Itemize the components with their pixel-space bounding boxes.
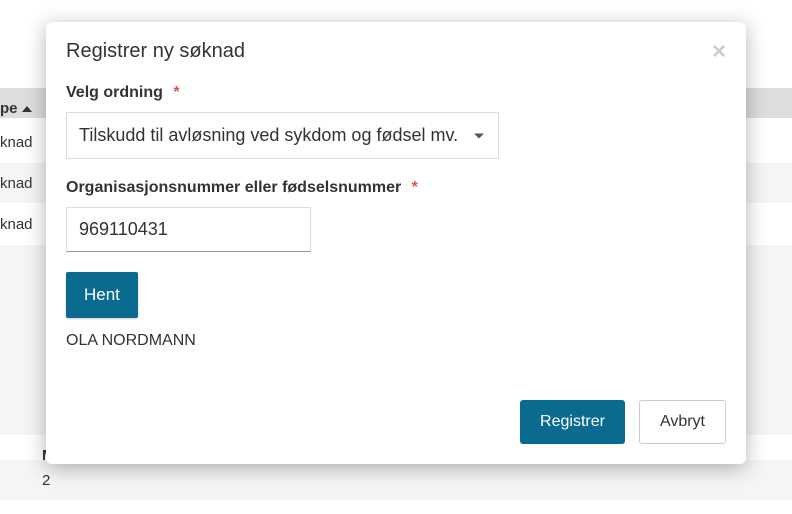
scheme-label: Velg ordning *	[66, 84, 726, 102]
fetch-button[interactable]: Hent	[66, 272, 138, 318]
lookup-result-name: OLA NORDMANN	[66, 332, 726, 350]
modal-title: Registrer ny søknad	[66, 40, 245, 63]
close-button[interactable]: ×	[712, 40, 726, 64]
orgnr-label: Organisasjonsnummer eller fødselsnummer …	[66, 179, 726, 197]
chevron-down-icon	[474, 133, 484, 138]
orgnr-form-group: Organisasjonsnummer eller fødselsnummer …	[66, 179, 726, 252]
required-indicator: *	[412, 179, 418, 196]
orgnr-input[interactable]	[66, 207, 311, 252]
scheme-selected-value: Tilskudd til avløsning ved sykdom og fød…	[79, 125, 458, 145]
modal-body: Velg ordning * Tilskudd til avløsning ve…	[46, 84, 746, 370]
modal-header: Registrer ny søknad ×	[46, 22, 746, 84]
scheme-form-group: Velg ordning * Tilskudd til avløsning ve…	[66, 84, 726, 159]
required-indicator: *	[173, 84, 179, 101]
cancel-button[interactable]: Avbryt	[639, 400, 726, 444]
register-button[interactable]: Registrer	[520, 400, 625, 444]
modal-overlay: Registrer ny søknad × Velg ordning * Til…	[0, 0, 792, 514]
modal-footer: Registrer Avbryt	[46, 370, 746, 464]
scheme-select[interactable]: Tilskudd til avløsning ved sykdom og fød…	[66, 112, 499, 159]
close-icon: ×	[712, 38, 726, 65]
fetch-group: Hent OLA NORDMANN	[66, 272, 726, 350]
register-application-modal: Registrer ny søknad × Velg ordning * Til…	[46, 22, 746, 464]
